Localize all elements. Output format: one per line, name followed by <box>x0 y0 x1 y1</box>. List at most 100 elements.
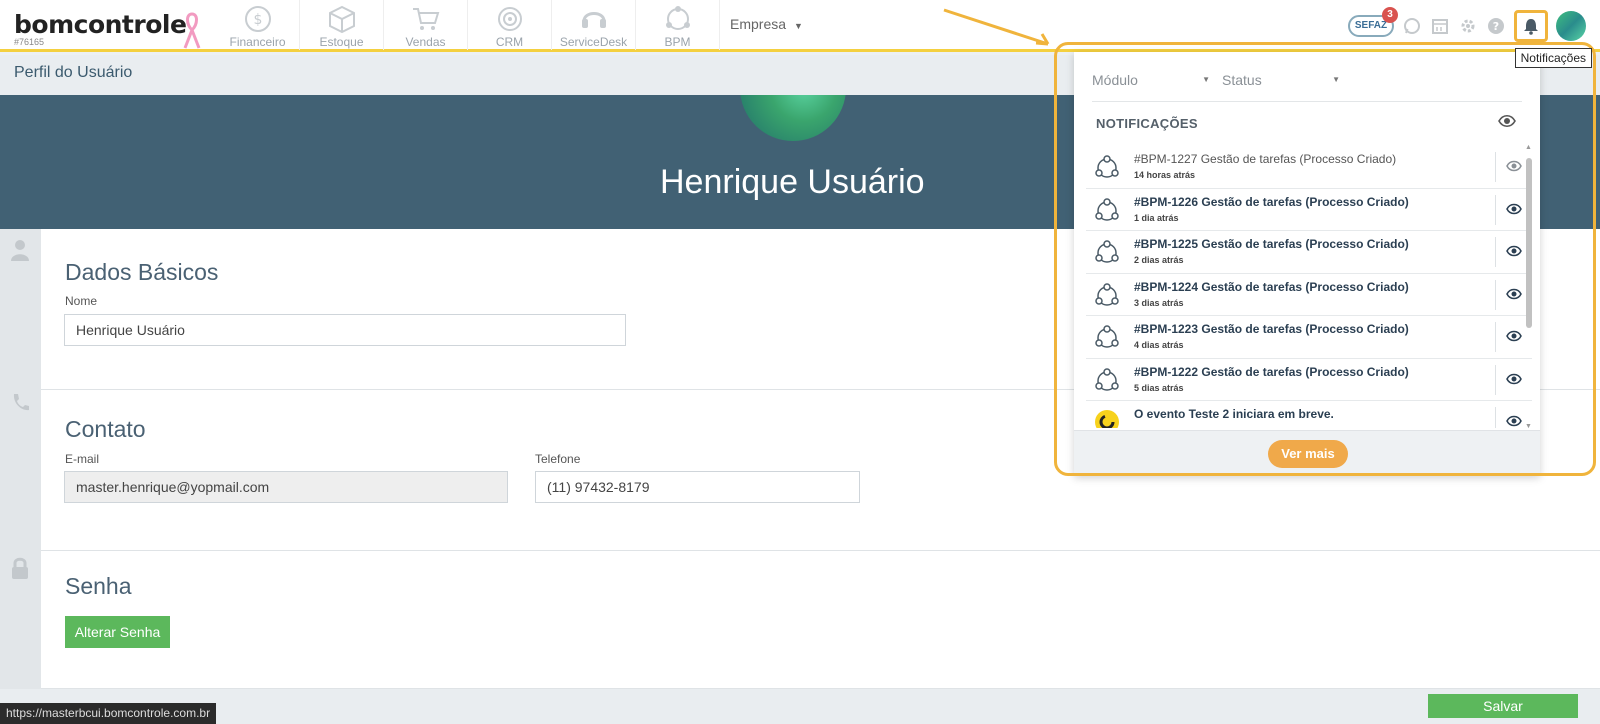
module-filter-label: Módulo <box>1092 72 1138 88</box>
phone-icon <box>13 394 29 411</box>
scroll-down-icon[interactable]: ▼ <box>1525 423 1532 430</box>
notification-title: #BPM-1225 Gestão de tarefas (Processo Cr… <box>1134 237 1409 251</box>
eye-icon[interactable] <box>1506 203 1522 215</box>
account-id: #76165 <box>14 37 45 47</box>
notifications-footer: Ver mais <box>1074 430 1540 476</box>
module-bpm[interactable]: BPM <box>636 0 720 50</box>
user-avatar[interactable] <box>1556 11 1586 41</box>
notification-time: 4 dias atrás <box>1134 340 1184 350</box>
notification-item[interactable]: #BPM-1222 Gestão de tarefas (Processo Cr… <box>1086 359 1532 401</box>
eye-icon[interactable] <box>1506 330 1522 342</box>
bpm-icon <box>1095 155 1119 178</box>
notification-title: #BPM-1223 Gestão de tarefas (Processo Cr… <box>1134 322 1409 336</box>
brand-name: bomcontrole <box>14 10 187 39</box>
phone-field[interactable]: (11) 97432-8179 <box>535 471 860 503</box>
divider <box>1495 194 1496 225</box>
calendar-icon[interactable] <box>1430 16 1450 36</box>
change-password-button[interactable]: Alterar Senha <box>65 616 170 648</box>
gear-icon[interactable] <box>1458 16 1478 36</box>
bpm-icon <box>1095 197 1119 221</box>
notification-title: #BPM-1222 Gestão de tarefas (Processo Cr… <box>1134 364 1409 379</box>
top-bar: bomcontrole #76165 $ Financeiro Estoque … <box>0 0 1600 52</box>
module-estoque[interactable]: Estoque <box>300 0 384 50</box>
module-label: ServiceDesk <box>559 35 628 49</box>
notification-item[interactable]: #BPM-1225 Gestão de tarefas (Processo Cr… <box>1086 231 1532 274</box>
notification-item[interactable]: #BPM-1224 Gestão de tarefas (Processo Cr… <box>1086 274 1532 316</box>
profile-name: Henrique Usuário <box>660 163 925 201</box>
footer-bar <box>0 689 1600 724</box>
notification-filters: Módulo ▼ Status ▼ <box>1092 72 1522 102</box>
status-filter[interactable]: Status ▼ <box>1222 72 1352 101</box>
lock-icon <box>12 557 28 579</box>
svg-text:?: ? <box>1493 20 1499 33</box>
name-input[interactable]: Henrique Usuário <box>64 314 626 346</box>
module-servicedesk[interactable]: ServiceDesk <box>552 0 636 50</box>
header-actions: SEFAZ 3 ? <box>1348 7 1586 44</box>
module-financeiro[interactable]: $ Financeiro <box>216 0 300 50</box>
brand-logo[interactable]: bomcontrole #76165 <box>14 10 187 47</box>
notification-item[interactable]: #BPM-1226 Gestão de tarefas (Processo Cr… <box>1086 189 1532 231</box>
email-field[interactable]: master.henrique@yopmail.com <box>64 471 508 503</box>
divider <box>1495 322 1496 352</box>
module-crm[interactable]: CRM <box>468 0 552 50</box>
divider <box>1495 407 1496 428</box>
chevron-down-icon: ▼ <box>1202 75 1210 84</box>
phone-label: Telefone <box>535 452 581 466</box>
eye-icon[interactable] <box>1506 245 1522 257</box>
module-label: Financeiro <box>229 35 286 49</box>
save-button[interactable]: Salvar <box>1428 694 1578 718</box>
divider <box>1495 364 1496 395</box>
module-label: BPM <box>664 35 691 49</box>
whatsapp-icon[interactable] <box>1402 16 1422 36</box>
contact-title: Contato <box>65 416 146 442</box>
module-label: Estoque <box>319 35 364 49</box>
bpm-icon <box>1095 367 1119 391</box>
bpm-icon <box>1095 325 1119 348</box>
basic-data-title: Dados Básicos <box>65 259 219 285</box>
module-label: Vendas <box>405 35 446 49</box>
notification-time: 5 dias atrás <box>1134 382 1184 393</box>
bpm-icon <box>1095 282 1119 306</box>
company-menu[interactable]: Empresa ▼ <box>730 16 803 32</box>
scroll-thumb[interactable] <box>1526 158 1532 328</box>
box-icon <box>328 5 355 33</box>
see-more-button[interactable]: Ver mais <box>1268 440 1348 468</box>
module-filter[interactable]: Módulo ▼ <box>1092 72 1222 101</box>
notification-title: O evento Teste 2 iniciara em breve. <box>1134 407 1334 421</box>
mark-all-read-eye-icon[interactable] <box>1498 114 1516 128</box>
chevron-down-icon: ▼ <box>1332 75 1340 84</box>
eye-icon[interactable] <box>1506 160 1522 172</box>
notification-item[interactable]: O evento Teste 2 iniciara em breve. <box>1086 401 1532 428</box>
calendar-event-icon <box>1095 410 1119 428</box>
divider <box>1495 279 1496 310</box>
status-url: https://masterbcui.bomcontrole.com.br <box>0 703 217 724</box>
notifications-button[interactable] <box>1514 10 1548 42</box>
target-icon <box>497 7 522 31</box>
module-label: CRM <box>495 35 524 49</box>
notification-time: 14 horas atrás <box>1134 170 1196 180</box>
notifications-scrollbar[interactable]: ▲ ▼ <box>1525 144 1532 430</box>
eye-icon[interactable] <box>1506 288 1522 300</box>
status-filter-label: Status <box>1222 72 1262 88</box>
notification-item[interactable]: #BPM-1223 Gestão de tarefas (Processo Cr… <box>1086 316 1532 359</box>
company-menu-label: Empresa <box>730 16 787 32</box>
notification-title: #BPM-1227 Gestão de tarefas (Processo Cr… <box>1134 152 1397 166</box>
scroll-up-icon[interactable]: ▲ <box>1525 144 1532 151</box>
notification-time: 2 dias atrás <box>1134 255 1184 265</box>
help-icon[interactable]: ? <box>1486 16 1506 36</box>
chevron-down-icon: ▼ <box>794 21 803 31</box>
notification-item[interactable]: #BPM-1227 Gestão de tarefas (Processo Cr… <box>1086 146 1532 189</box>
page-title: Perfil do Usuário <box>14 64 133 81</box>
password-section: Senha Alterar Senha <box>12 551 1600 689</box>
notifications-title: NOTIFICAÇÕES <box>1096 116 1198 131</box>
notification-title: #BPM-1224 Gestão de tarefas (Processo Cr… <box>1134 279 1409 294</box>
notifications-panel: Módulo ▼ Status ▼ NOTIFICAÇÕES #BPM-1227… <box>1074 52 1540 476</box>
module-vendas[interactable]: Vendas <box>384 0 468 50</box>
eye-icon[interactable] <box>1506 415 1522 427</box>
pink-ribbon-icon <box>183 12 201 49</box>
eye-icon[interactable] <box>1506 373 1522 385</box>
profile-avatar[interactable] <box>740 95 846 141</box>
sefaz-button[interactable]: SEFAZ 3 <box>1348 7 1398 37</box>
notification-time: 3 dias atrás <box>1134 297 1184 308</box>
notification-title: #BPM-1226 Gestão de tarefas (Processo Cr… <box>1134 194 1409 209</box>
